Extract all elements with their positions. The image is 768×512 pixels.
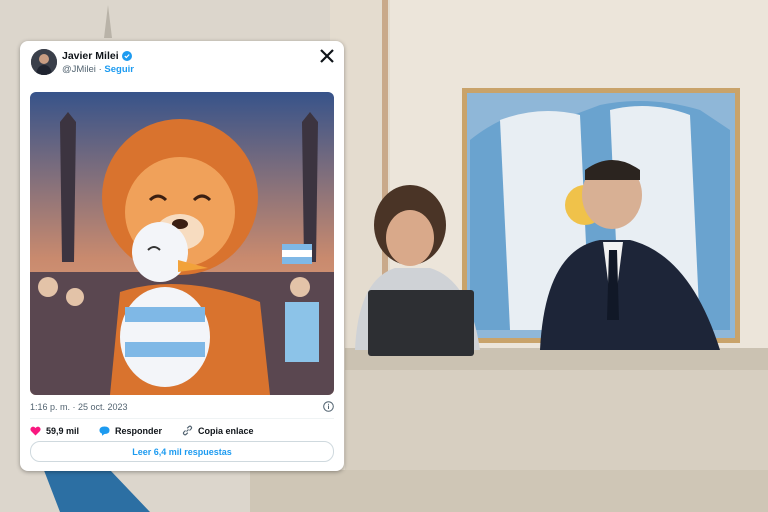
tweet-image[interactable]: [30, 92, 334, 395]
reply-action[interactable]: Responder: [99, 426, 162, 436]
read-replies-button[interactable]: Leer 6,4 mil respuestas: [30, 441, 334, 462]
info-icon[interactable]: [323, 401, 334, 412]
x-logo-icon[interactable]: [320, 49, 334, 63]
copy-link-action[interactable]: Copia enlace: [182, 425, 254, 436]
divider: [30, 418, 334, 419]
tweet-actions: 59,9 mil Responder Copia enlace: [30, 425, 270, 436]
author-handle[interactable]: @JMilei: [62, 64, 96, 75]
reply-label: Responder: [115, 425, 163, 436]
handle-row: @JMilei · Seguir: [62, 64, 134, 75]
separator: ·: [98, 64, 102, 75]
link-icon: [182, 425, 193, 436]
likes-count: 59,9 mil: [46, 425, 80, 436]
author-avatar[interactable]: [31, 49, 57, 75]
heart-icon: [30, 426, 41, 435]
tweet-card: Javier Milei @JMilei · Seguir 1:16 p. m.…: [20, 41, 344, 471]
tweet-timestamp[interactable]: 1:16 p. m. · 25 oct. 2023: [30, 402, 128, 412]
author-name-row: Javier Milei: [62, 50, 132, 62]
follow-button[interactable]: Seguir: [104, 64, 134, 75]
reply-bubble-icon: [99, 426, 110, 436]
like-action[interactable]: 59,9 mil: [30, 426, 79, 436]
verified-badge-icon: [121, 51, 132, 61]
author-name[interactable]: Javier Milei: [62, 50, 119, 62]
copy-link-label: Copia enlace: [198, 425, 254, 436]
